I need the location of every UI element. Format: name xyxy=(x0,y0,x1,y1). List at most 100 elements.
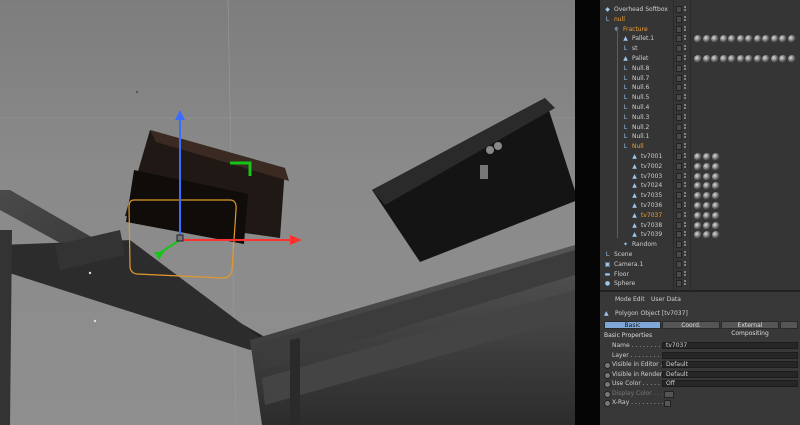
object-row[interactable]: ✵Fracture xyxy=(600,25,800,35)
object-name[interactable]: Null.8 xyxy=(632,64,649,74)
visibility-dots[interactable] xyxy=(684,182,687,189)
material-tag-icon[interactable] xyxy=(736,35,745,44)
object-name[interactable]: Null.1 xyxy=(632,132,649,142)
material-tag-icon[interactable] xyxy=(703,182,711,191)
material-tag-icon[interactable] xyxy=(694,231,702,240)
material-tag-icon[interactable] xyxy=(719,55,728,63)
visibility-dots[interactable] xyxy=(684,35,687,42)
object-row[interactable]: ✦ Random xyxy=(600,240,800,250)
object-name[interactable]: Null.4 xyxy=(632,103,649,113)
visibility-dots[interactable] xyxy=(684,202,687,209)
object-row[interactable]: L Null.7 xyxy=(600,74,800,84)
panel-divider[interactable] xyxy=(600,290,800,292)
visibility-dots[interactable] xyxy=(684,270,687,278)
material-tag-icon[interactable] xyxy=(779,35,787,44)
object-row[interactable]: ▲ tv7038 xyxy=(600,221,800,231)
axis-y-arrow[interactable] xyxy=(175,110,185,120)
layer-checkbox[interactable] xyxy=(676,280,682,288)
layer-checkbox[interactable] xyxy=(676,64,682,72)
material-tag-icon[interactable] xyxy=(703,202,711,210)
object-name[interactable]: st xyxy=(632,44,637,54)
layer-checkbox[interactable] xyxy=(676,251,682,258)
tab-overflow[interactable] xyxy=(780,321,798,329)
object-row[interactable]: L Null.8 xyxy=(600,64,800,74)
material-tag-icon[interactable] xyxy=(711,35,719,44)
object-name[interactable]: Floor xyxy=(614,270,629,280)
object-row[interactable]: Lnull xyxy=(600,15,800,25)
visibility-dots[interactable] xyxy=(684,162,687,170)
object-name[interactable]: Pallet.1 xyxy=(632,34,654,44)
object-name[interactable]: tv7002 xyxy=(641,162,662,172)
object-row[interactable]: ▲ tv7039 xyxy=(600,230,800,240)
tab-external-compositing[interactable]: External Compositing xyxy=(721,321,779,337)
layer-checkbox[interactable] xyxy=(676,6,682,13)
layer-checkbox[interactable] xyxy=(676,55,682,62)
property-field[interactable]: Default xyxy=(662,361,798,368)
layer-checkbox[interactable] xyxy=(676,221,682,229)
object-row[interactable]: ● Sphere xyxy=(600,279,800,289)
object-row[interactable]: ▲ tv7024 xyxy=(600,181,800,191)
object-name[interactable]: Camera.1 xyxy=(614,260,643,270)
object-name[interactable]: tv7001 xyxy=(641,152,662,162)
color-swatch[interactable] xyxy=(664,390,674,398)
visibility-dots[interactable] xyxy=(684,94,687,101)
visibility-dots[interactable] xyxy=(684,221,687,229)
material-tag-icon[interactable] xyxy=(694,221,702,230)
material-tag-icon[interactable] xyxy=(694,192,702,201)
axis-x-arrow[interactable] xyxy=(290,235,302,245)
layer-checkbox[interactable] xyxy=(676,84,682,92)
panel-divider[interactable] xyxy=(575,0,600,425)
object-row[interactable]: ▲ Pallet xyxy=(600,54,800,64)
object-row[interactable]: ▲ Pallet.1 xyxy=(600,34,800,44)
layer-checkbox[interactable] xyxy=(676,74,682,82)
object-name[interactable]: tv7035 xyxy=(641,191,662,201)
material-tag-icon[interactable] xyxy=(694,55,702,63)
material-tag-icon[interactable] xyxy=(753,35,762,44)
layer-checkbox[interactable] xyxy=(676,182,682,190)
material-tag-icon[interactable] xyxy=(694,202,702,210)
visibility-dots[interactable] xyxy=(684,192,687,199)
layer-checkbox[interactable] xyxy=(676,270,682,278)
material-tag-icon[interactable] xyxy=(787,55,796,63)
object-name[interactable]: Null.2 xyxy=(632,123,649,133)
material-tag-icon[interactable] xyxy=(712,211,720,220)
material-tag-icon[interactable] xyxy=(762,55,770,63)
material-tag-icon[interactable] xyxy=(702,55,711,63)
material-tag-icon[interactable] xyxy=(712,202,720,210)
material-tag-icon[interactable] xyxy=(712,182,720,191)
object-name[interactable]: tv7003 xyxy=(641,172,662,182)
property-field[interactable]: Default xyxy=(662,370,798,378)
animation-keyframe-radio[interactable] xyxy=(604,381,611,388)
object-name[interactable]: Pallet xyxy=(632,54,648,64)
object-name[interactable]: Null.3 xyxy=(632,113,649,123)
layer-checkbox[interactable] xyxy=(676,133,682,141)
animation-keyframe-radio[interactable] xyxy=(604,371,611,379)
object-row[interactable]: L Null.1 xyxy=(600,132,800,142)
tab-basic[interactable]: Basic xyxy=(604,321,661,329)
visibility-dots[interactable] xyxy=(684,45,687,52)
material-tag-icon[interactable] xyxy=(703,211,711,220)
visibility-dots[interactable] xyxy=(684,74,687,82)
layer-checkbox[interactable] xyxy=(676,202,682,209)
visibility-dots[interactable] xyxy=(684,211,687,219)
material-tag-icon[interactable] xyxy=(694,153,702,161)
material-tag-icon[interactable] xyxy=(702,35,711,44)
object-row[interactable]: ▲ tv7036 xyxy=(600,201,800,211)
visibility-dots[interactable] xyxy=(684,231,687,238)
property-field[interactable]: Off xyxy=(662,380,798,387)
material-tag-icon[interactable] xyxy=(779,55,787,63)
material-tag-icon[interactable] xyxy=(728,35,736,44)
object-name[interactable]: Scene xyxy=(614,250,632,260)
object-name[interactable]: Sphere xyxy=(614,279,635,289)
viewport-3d[interactable] xyxy=(0,0,575,425)
layer-checkbox[interactable] xyxy=(676,113,682,121)
axis-z-handle[interactable] xyxy=(154,252,164,260)
xray-checkbox[interactable] xyxy=(664,400,671,407)
object-name[interactable]: tv7039 xyxy=(641,230,662,240)
material-tag-icon[interactable] xyxy=(719,35,728,44)
material-tag-icon[interactable] xyxy=(770,55,779,63)
material-tag-icon[interactable] xyxy=(703,192,711,201)
object-name[interactable]: Null xyxy=(632,142,644,152)
object-row[interactable]: ▲ tv7002 xyxy=(600,162,800,172)
material-tag-icon[interactable] xyxy=(787,35,796,44)
